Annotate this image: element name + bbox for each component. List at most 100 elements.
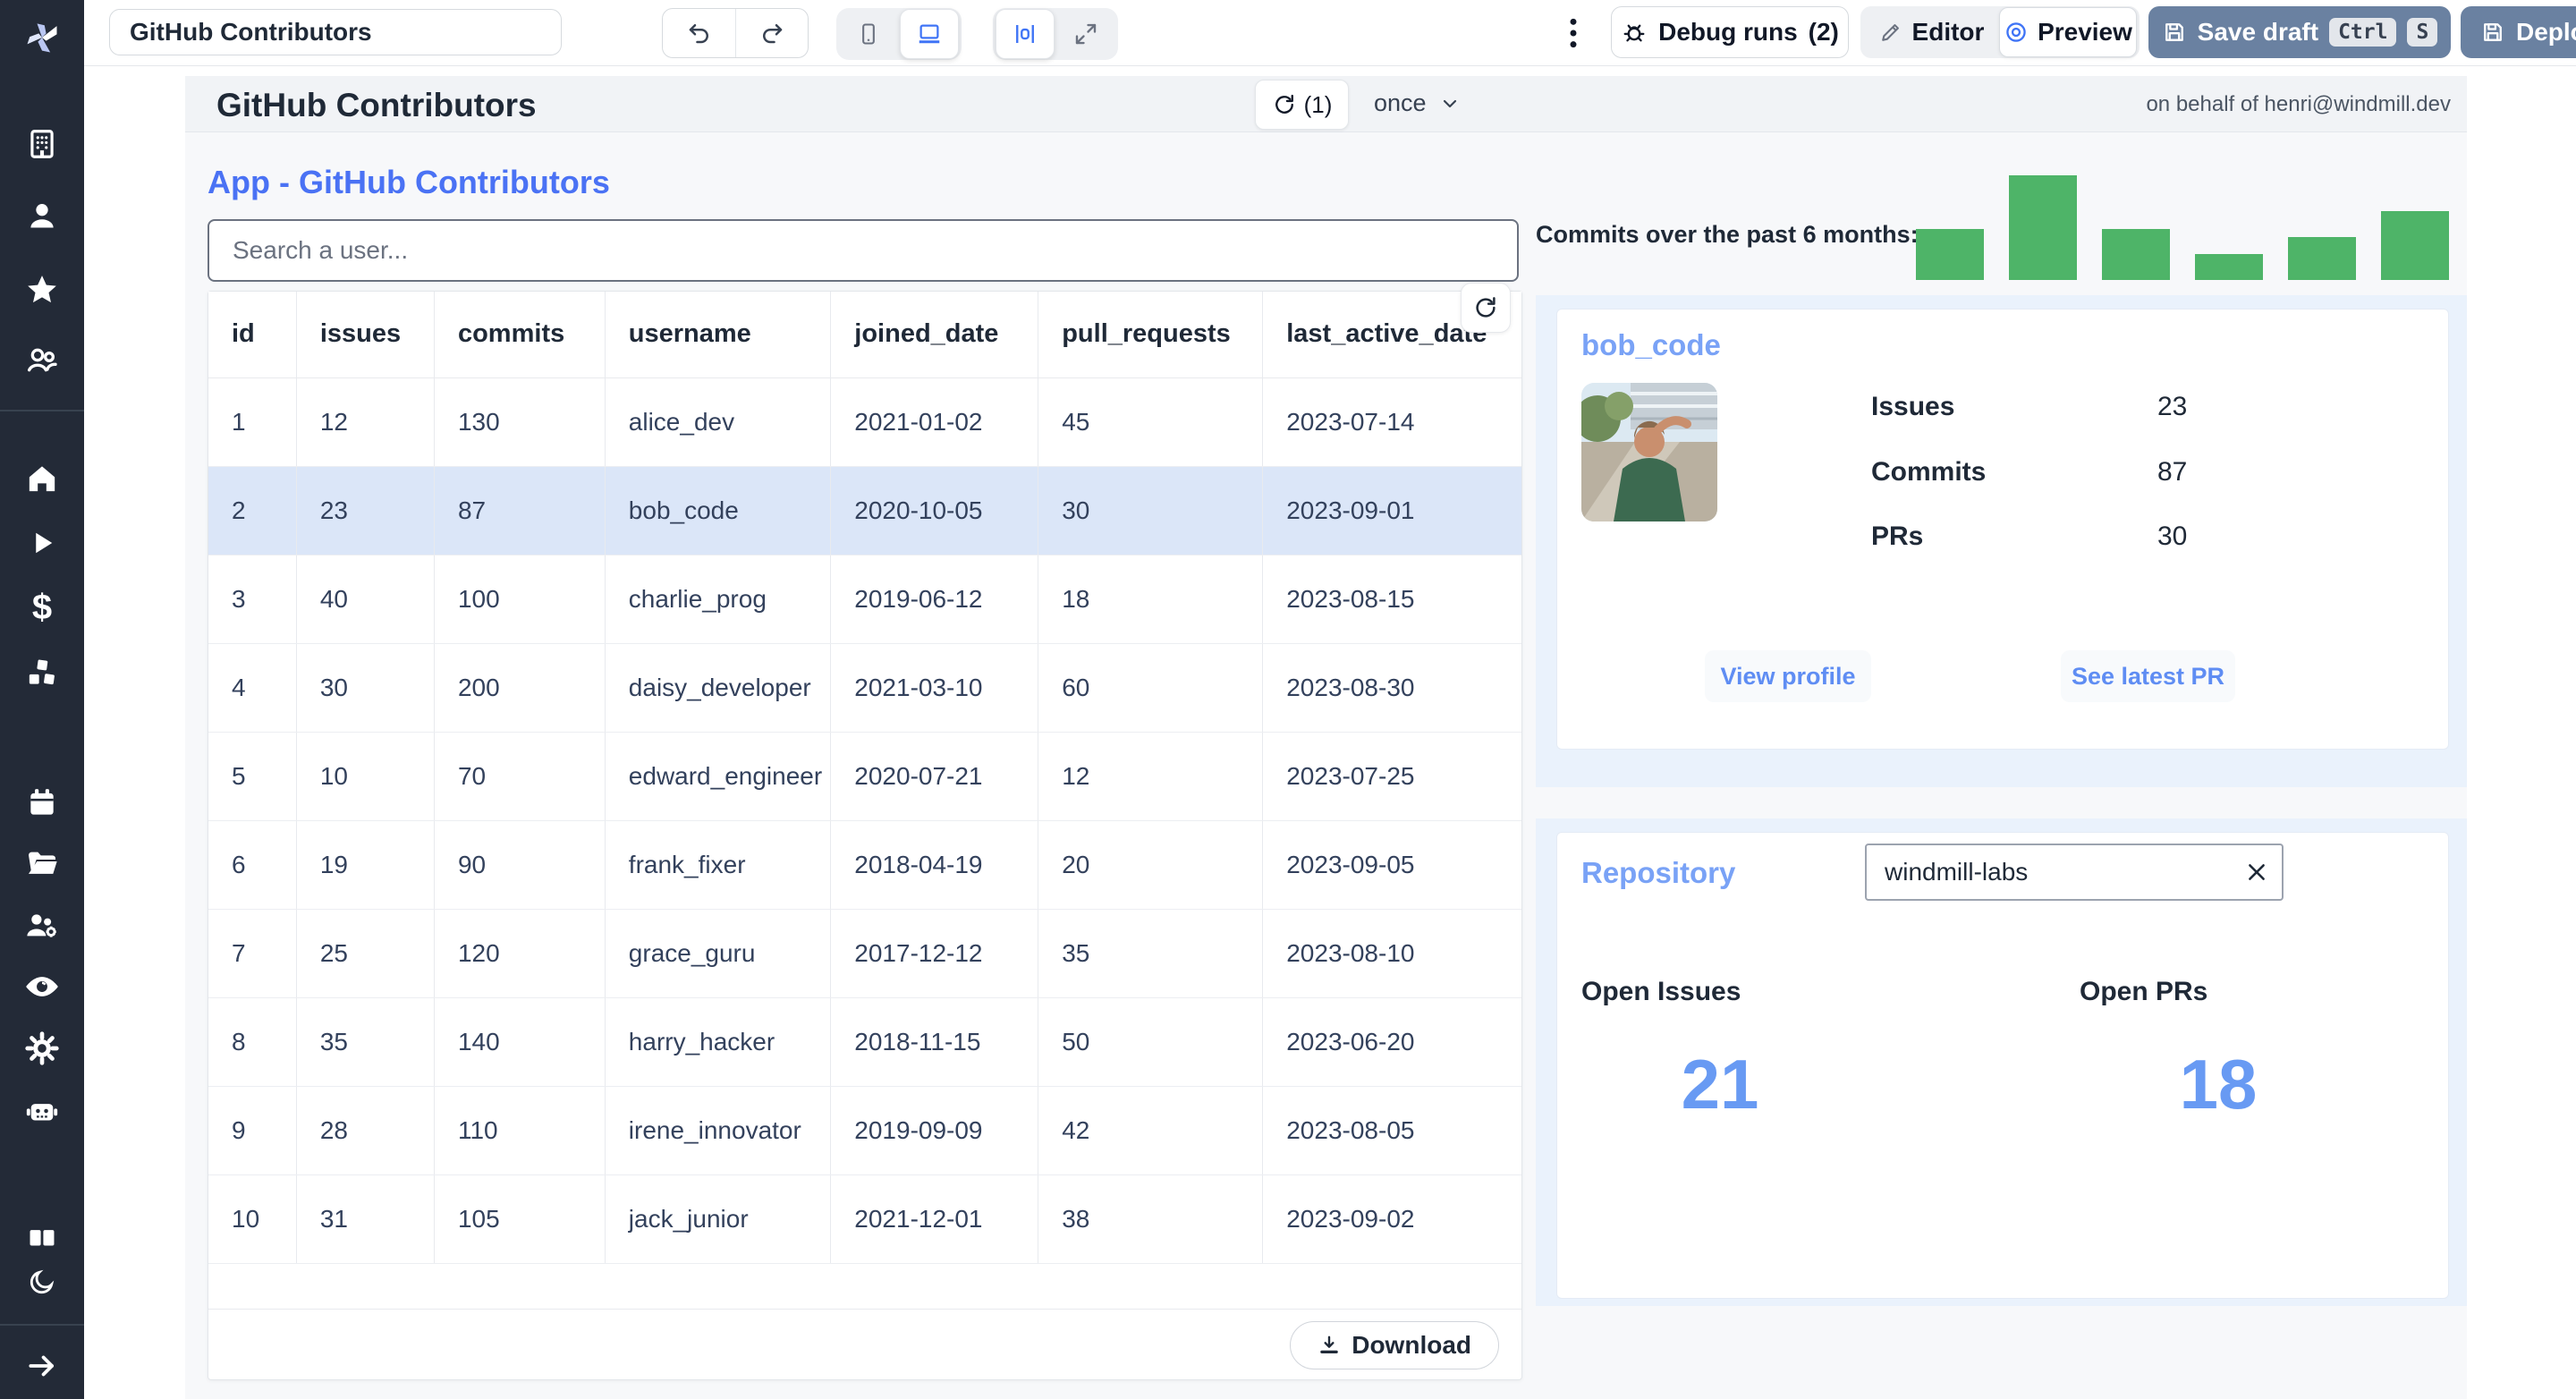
sidebar-item-user[interactable] bbox=[21, 194, 64, 237]
deploy-main[interactable]: Deploy bbox=[2461, 6, 2576, 58]
table-cell[interactable]: 8 bbox=[208, 997, 297, 1087]
table-cell[interactable]: charlie_prog bbox=[605, 555, 832, 644]
view-profile-button[interactable]: View profile bbox=[1705, 650, 1871, 702]
table-row[interactable]: 8 35 140 harry_hacker 2018-11-15 50 2023-06-20 bbox=[208, 997, 1521, 1087]
table-row[interactable]: 1 12 130 alice_dev 2021-01-02 45 2023-07-14 bbox=[208, 377, 1521, 467]
sidebar-item-groups[interactable] bbox=[21, 338, 64, 381]
sidebar-item-resources[interactable] bbox=[21, 652, 64, 695]
table-row[interactable]: 2 23 87 bob_code 2020-10-05 30 2023-09-01 bbox=[208, 466, 1521, 555]
table-cell[interactable]: 5 bbox=[208, 732, 297, 821]
sidebar-item-workers[interactable] bbox=[21, 904, 64, 947]
table-cell[interactable]: 120 bbox=[434, 909, 606, 998]
sidebar-item-settings[interactable] bbox=[21, 1027, 64, 1070]
app-title-input[interactable] bbox=[109, 9, 562, 55]
sidebar-item-variables[interactable]: $ bbox=[21, 586, 64, 629]
table-cell[interactable]: 30 bbox=[296, 643, 435, 733]
desktop-view-toggle[interactable] bbox=[900, 9, 959, 59]
schedule-dropdown[interactable]: once bbox=[1374, 89, 1461, 117]
table-cell[interactable]: 38 bbox=[1038, 1174, 1264, 1264]
table-cell[interactable]: 7 bbox=[208, 909, 297, 998]
table-cell[interactable]: 1 bbox=[208, 377, 297, 467]
save-draft-button[interactable]: Save draft Ctrl S bbox=[2148, 6, 2451, 58]
table-row[interactable]: 6 19 90 frank_fixer 2018-04-19 20 2023-09-05 bbox=[208, 820, 1521, 910]
table-cell[interactable]: 35 bbox=[296, 997, 435, 1087]
sidebar-item-favorites[interactable] bbox=[21, 268, 64, 311]
table-cell[interactable]: 110 bbox=[434, 1086, 606, 1175]
table-cell[interactable]: 9 bbox=[208, 1086, 297, 1175]
table-cell[interactable]: 2017-12-12 bbox=[830, 909, 1039, 998]
table-cell[interactable]: 2023-09-02 bbox=[1262, 1174, 1521, 1264]
table-row[interactable]: 4 30 200 daisy_developer 2021-03-10 60 2023-08… bbox=[208, 643, 1521, 733]
table-cell[interactable]: 42 bbox=[1038, 1086, 1264, 1175]
table-cell[interactable]: 2 bbox=[208, 466, 297, 555]
table-cell[interactable]: 2018-04-19 bbox=[830, 820, 1039, 910]
table-cell[interactable]: 130 bbox=[434, 377, 606, 467]
table-cell[interactable]: 2023-06-20 bbox=[1262, 997, 1521, 1087]
table-cell[interactable]: 40 bbox=[296, 555, 435, 644]
table-cell[interactable]: 12 bbox=[1038, 732, 1264, 821]
table-cell[interactable]: grace_guru bbox=[605, 909, 832, 998]
sidebar-item-docs[interactable] bbox=[21, 1216, 64, 1259]
table-cell[interactable]: 18 bbox=[1038, 555, 1264, 644]
table-row[interactable]: 10 31 105 jack_junior 2021-12-01 38 2023-09-02 bbox=[208, 1174, 1521, 1264]
see-latest-pr-button[interactable]: See latest PR bbox=[2061, 650, 2235, 702]
table-cell[interactable]: 2019-06-12 bbox=[830, 555, 1039, 644]
table-cell[interactable]: 20 bbox=[1038, 820, 1264, 910]
table-cell[interactable]: 90 bbox=[434, 820, 606, 910]
table-row[interactable]: 9 28 110 irene_innovator 2019-09-09 42 2023-08… bbox=[208, 1086, 1521, 1175]
table-cell[interactable]: 70 bbox=[434, 732, 606, 821]
app-refresh-button[interactable]: (1) bbox=[1255, 80, 1349, 130]
table-cell[interactable]: jack_junior bbox=[605, 1174, 832, 1264]
preview-tab[interactable]: Preview bbox=[1999, 7, 2137, 57]
fullscreen-toggle[interactable] bbox=[1056, 11, 1115, 57]
sidebar-item-home[interactable] bbox=[21, 457, 64, 500]
deploy-button[interactable]: Deploy bbox=[2461, 6, 2576, 58]
table-cell[interactable]: frank_fixer bbox=[605, 820, 832, 910]
table-cell[interactable]: edward_engineer bbox=[605, 732, 832, 821]
table-cell[interactable]: 2023-08-05 bbox=[1262, 1086, 1521, 1175]
table-row[interactable]: 5 10 70 edward_engineer 2020-07-21 12 2023-07-… bbox=[208, 732, 1521, 821]
table-cell[interactable]: 35 bbox=[1038, 909, 1264, 998]
more-options-button[interactable] bbox=[1555, 14, 1591, 52]
table-cell[interactable]: 100 bbox=[434, 555, 606, 644]
table-cell[interactable]: 6 bbox=[208, 820, 297, 910]
table-cell[interactable]: 2023-09-05 bbox=[1262, 820, 1521, 910]
debug-runs-button[interactable]: Debug runs (2) bbox=[1611, 6, 1849, 58]
table-row[interactable]: 7 25 120 grace_guru 2017-12-12 35 2023-08-10 bbox=[208, 909, 1521, 998]
table-cell[interactable]: 19 bbox=[296, 820, 435, 910]
windmill-logo[interactable] bbox=[21, 16, 64, 59]
sidebar-item-theme[interactable] bbox=[21, 1260, 64, 1303]
table-cell[interactable]: 4 bbox=[208, 643, 297, 733]
table-cell[interactable]: 2020-07-21 bbox=[830, 732, 1039, 821]
table-row[interactable]: 3 40 100 charlie_prog 2019-06-12 18 2023-08-15 bbox=[208, 555, 1521, 644]
table-cell[interactable]: 10 bbox=[296, 732, 435, 821]
repository-input[interactable] bbox=[1867, 858, 2232, 886]
table-cell[interactable]: 50 bbox=[1038, 997, 1264, 1087]
table-cell[interactable]: 30 bbox=[1038, 466, 1264, 555]
editor-tab[interactable]: Editor bbox=[1863, 9, 1999, 55]
redo-button[interactable] bbox=[735, 9, 808, 57]
sidebar-item-folders[interactable] bbox=[21, 843, 64, 886]
table-cell[interactable]: 2021-01-02 bbox=[830, 377, 1039, 467]
table-cell[interactable]: 31 bbox=[296, 1174, 435, 1264]
table-cell[interactable]: 2018-11-15 bbox=[830, 997, 1039, 1087]
table-cell[interactable]: 2019-09-09 bbox=[830, 1086, 1039, 1175]
table-cell[interactable]: 105 bbox=[434, 1174, 606, 1264]
table-cell[interactable]: harry_hacker bbox=[605, 997, 832, 1087]
table-cell[interactable]: 60 bbox=[1038, 643, 1264, 733]
table-cell[interactable]: 2023-09-01 bbox=[1262, 466, 1521, 555]
sidebar-item-runs[interactable] bbox=[21, 521, 64, 564]
table-cell[interactable]: 2021-12-01 bbox=[830, 1174, 1039, 1264]
table-cell[interactable]: 3 bbox=[208, 555, 297, 644]
table-cell[interactable]: daisy_developer bbox=[605, 643, 832, 733]
sidebar-expand[interactable] bbox=[21, 1344, 64, 1387]
table-cell[interactable]: 2023-08-15 bbox=[1262, 555, 1521, 644]
table-cell[interactable]: 2023-07-14 bbox=[1262, 377, 1521, 467]
table-cell[interactable]: 12 bbox=[296, 377, 435, 467]
sidebar-item-schedules[interactable] bbox=[21, 782, 64, 825]
table-cell[interactable]: irene_innovator bbox=[605, 1086, 832, 1175]
table-cell[interactable]: 2020-10-05 bbox=[830, 466, 1039, 555]
sidebar-item-audit[interactable] bbox=[21, 965, 64, 1008]
table-cell[interactable]: 25 bbox=[296, 909, 435, 998]
table-cell[interactable]: 2021-03-10 bbox=[830, 643, 1039, 733]
